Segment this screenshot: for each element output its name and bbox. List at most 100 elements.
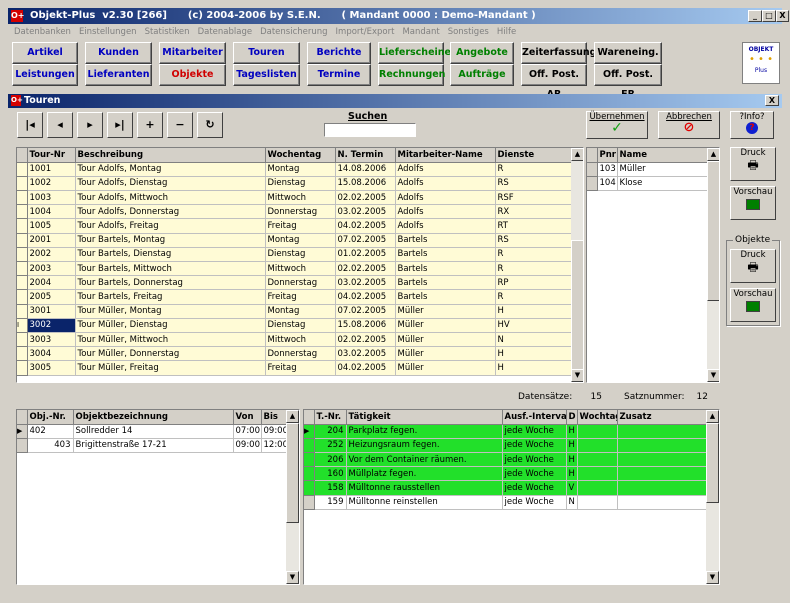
table-cell[interactable]: 03.02.2005 [335, 204, 396, 220]
table-cell[interactable]: Donnerstag [265, 275, 336, 291]
nav-button[interactable]: Mitarbeiter [159, 42, 226, 64]
table-cell[interactable]: Müller [395, 332, 496, 348]
table-cell[interactable]: Tour Bartels, Donnerstag [75, 275, 266, 291]
table-cell[interactable]: 07.02.2005 [335, 304, 396, 319]
table-cell[interactable]: Mittwoch [265, 261, 336, 277]
table-cell[interactable]: 1004 [27, 204, 76, 220]
table-cell[interactable]: H [495, 360, 573, 376]
maximize-button[interactable]: □ [762, 10, 776, 22]
table-row[interactable]: I 3002 Tour Müller, Dienstag Dienstag 15.08.… [17, 318, 573, 333]
scroll-down-icon[interactable]: ▼ [706, 571, 719, 584]
table-cell[interactable]: 2004 [27, 275, 76, 291]
table-cell[interactable]: Tour Adolfs, Freitag [75, 218, 266, 234]
table-cell[interactable]: 07.02.2005 [335, 233, 396, 248]
table-cell[interactable]: Klose [617, 176, 708, 192]
table-cell[interactable]: 03.02.2005 [335, 275, 396, 291]
table-row[interactable]: 103 Müller [587, 162, 708, 177]
nav-button[interactable]: Berichte [307, 42, 371, 64]
table-cell[interactable]: Mülltonne rausstellen [346, 480, 503, 496]
column-header[interactable]: Tour-Nr [27, 148, 76, 163]
column-header[interactable]: Objektbezeichnung [73, 410, 234, 425]
column-header[interactable]: Dienste [495, 148, 573, 163]
menu-item[interactable]: Statistiken [145, 25, 190, 39]
table-row[interactable]: 3005 Tour Müller, Freitag Freitag 04.02.200… [17, 360, 573, 376]
table-cell[interactable]: H [566, 438, 578, 454]
table-cell[interactable]: 252 [314, 438, 347, 454]
table-cell[interactable]: Müllplatz fegen. [346, 466, 503, 482]
table-row[interactable]: 1005 Tour Adolfs, Freitag Freitag 04.02.200… [17, 218, 573, 234]
nav-button[interactable]: Off. Post. AR [521, 64, 587, 100]
table-cell[interactable]: RS [495, 233, 573, 248]
nav-button[interactable]: Kunden [85, 42, 152, 64]
table-cell[interactable]: 2005 [27, 289, 76, 305]
table-cell[interactable]: 2002 [27, 247, 76, 263]
table-cell[interactable]: 1001 [27, 162, 76, 177]
scroll-up-icon[interactable]: ▲ [707, 148, 719, 161]
table-cell[interactable]: Mülltonne reinstellen [346, 495, 503, 510]
table-row[interactable]: 3003 Tour Müller, Mittwoch Mittwoch 02.02.2… [17, 332, 573, 348]
table-cell[interactable]: Müller [395, 346, 496, 362]
column-header[interactable]: Obj.-Nr. [27, 410, 74, 425]
table-cell[interactable]: V [566, 480, 578, 496]
column-header[interactable]: Bis [261, 410, 288, 425]
table-cell[interactable]: 09:00 [261, 424, 288, 439]
tours-scrollbar[interactable]: ▲ ▼ [571, 148, 583, 382]
table-cell[interactable]: 204 [314, 424, 347, 439]
table-row[interactable]: 104 Klose [587, 176, 708, 192]
scroll-up-icon[interactable]: ▲ [571, 148, 583, 161]
table-cell[interactable]: Brigittenstraße 17-21 [73, 438, 234, 454]
table-cell[interactable]: 1003 [27, 190, 76, 206]
column-header[interactable]: Pnr [597, 148, 618, 163]
scroll-down-icon[interactable]: ▼ [286, 571, 299, 584]
table-cell[interactable]: 15.08.2006 [335, 318, 396, 333]
table-cell[interactable]: Dienstag [265, 247, 336, 263]
table-cell[interactable]: 3005 [27, 360, 76, 376]
scroll-down-icon[interactable]: ▼ [571, 369, 583, 382]
cancel-button[interactable]: Abbrechen ⊘ [658, 111, 720, 139]
table-cell[interactable]: R [495, 289, 573, 305]
refresh-button[interactable]: ↻ [197, 112, 223, 138]
info-button[interactable]: ?Info? ? [730, 111, 774, 139]
menu-item[interactable]: Sonstiges [448, 25, 489, 39]
staff-scrollbar[interactable]: ▲ ▼ [707, 148, 719, 382]
nav-button[interactable]: Leistungen [12, 64, 78, 86]
table-cell[interactable] [617, 466, 707, 482]
table-cell[interactable]: 403 [27, 438, 74, 454]
nav-button[interactable]: Lieferanten [85, 64, 152, 86]
table-cell[interactable]: 2001 [27, 233, 76, 248]
delete-record-button[interactable]: − [167, 112, 193, 138]
table-cell[interactable]: R [495, 162, 573, 177]
menu-item[interactable]: Import/Export [336, 25, 395, 39]
table-cell[interactable]: jede Woche [502, 466, 567, 482]
table-cell[interactable]: RP [495, 275, 573, 291]
table-cell[interactable]: RT [495, 218, 573, 234]
table-row[interactable]: 206 Vor dem Container räumen. jede Woche H [304, 452, 707, 468]
table-cell[interactable] [617, 480, 707, 496]
table-cell[interactable]: Tour Adolfs, Dienstag [75, 176, 266, 192]
table-row[interactable]: 3001 Tour Müller, Montag Montag 07.02.2005 M… [17, 304, 573, 319]
table-row[interactable]: 252 Heizungsraum fegen. jede Woche H [304, 438, 707, 454]
table-cell[interactable]: 206 [314, 452, 347, 468]
column-header[interactable]: Zusatz [617, 410, 707, 425]
table-cell[interactable]: Donnerstag [265, 204, 336, 220]
table-row[interactable]: 2002 Tour Bartels, Dienstag Dienstag 01.02.… [17, 247, 573, 263]
accept-button[interactable]: Übernehmen ✓ [586, 111, 648, 139]
table-cell[interactable]: Tour Bartels, Montag [75, 233, 266, 248]
column-header[interactable]: Tätigkeit [346, 410, 503, 425]
table-row[interactable]: ▶ 402 Sollredder 14 07:00 09:00 [17, 424, 288, 439]
table-cell[interactable]: H [495, 346, 573, 362]
table-cell[interactable]: Adolfs [395, 162, 496, 177]
table-row[interactable]: 158 Mülltonne rausstellen jede Woche V [304, 480, 707, 496]
table-cell[interactable]: Tour Müller, Freitag [75, 360, 266, 376]
scroll-up-icon[interactable]: ▲ [286, 410, 299, 423]
table-cell[interactable]: 3001 [27, 304, 76, 319]
table-cell[interactable]: Müller [617, 162, 708, 177]
table-cell[interactable]: H [495, 304, 573, 319]
table-cell[interactable]: Tour Müller, Donnerstag [75, 346, 266, 362]
table-row[interactable]: 2004 Tour Bartels, Donnerstag Donnerstag 03… [17, 275, 573, 291]
table-row[interactable]: 2003 Tour Bartels, Mittwoch Mittwoch 02.02.… [17, 261, 573, 277]
column-header[interactable]: Beschreibung [75, 148, 266, 163]
preview-button[interactable]: Vorschau [730, 186, 776, 220]
scroll-thumb[interactable] [707, 161, 719, 301]
table-cell[interactable]: 159 [314, 495, 347, 510]
